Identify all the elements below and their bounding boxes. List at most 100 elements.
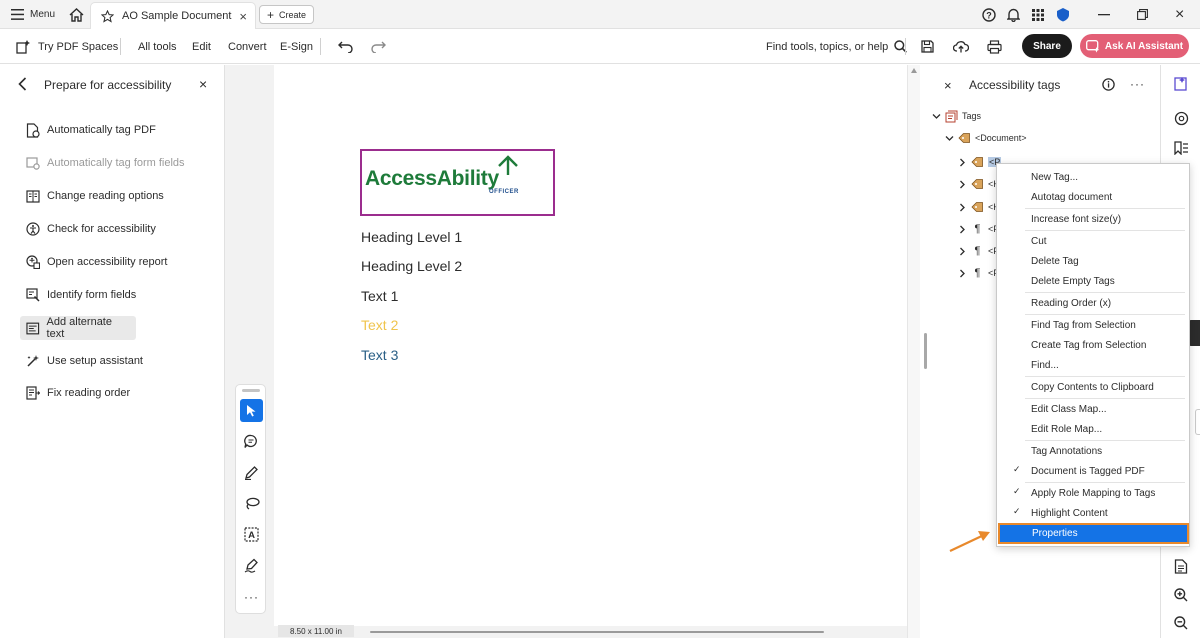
- tree-node-p3[interactable]: ¶ <P: [958, 263, 999, 283]
- tool-identify-form-fields[interactable]: Identify form fields: [20, 283, 142, 307]
- convert-button[interactable]: Convert: [228, 29, 267, 64]
- close-window-button[interactable]: ×: [1175, 0, 1184, 29]
- save-icon: [921, 40, 934, 53]
- zoom-in-button[interactable]: [1174, 588, 1188, 602]
- strip-edge-tab[interactable]: [1195, 409, 1200, 435]
- panel-resize-handle[interactable]: [924, 333, 927, 369]
- info-button[interactable]: [1102, 78, 1115, 91]
- tree-node-p-selected[interactable]: <P: [958, 152, 1002, 172]
- undo-button[interactable]: [338, 29, 353, 64]
- logo-image[interactable]: AccessAbility OFFICER: [360, 149, 555, 216]
- menu-item-edit-role-map[interactable]: Edit Role Map...: [999, 419, 1187, 439]
- menu-item-create-tag[interactable]: Create Tag from Selection: [999, 335, 1187, 355]
- tree-node-p1[interactable]: ¶ <P: [958, 219, 999, 239]
- tree-root-tags[interactable]: Tags: [932, 106, 981, 126]
- redo-button[interactable]: [371, 29, 386, 64]
- create-button[interactable]: + Create: [259, 5, 315, 24]
- drag-handle[interactable]: [242, 389, 260, 392]
- pen-icon: [245, 466, 258, 480]
- tool-add-alternate-text[interactable]: Add alternate text: [20, 316, 136, 340]
- back-button[interactable]: [18, 77, 27, 93]
- search-tools[interactable]: Find tools, topics, or help: [766, 29, 908, 64]
- menu-item-find[interactable]: Find...: [999, 355, 1187, 375]
- menu-item-tag-annotations[interactable]: Tag Annotations: [999, 441, 1187, 461]
- home-button[interactable]: [69, 0, 84, 29]
- tool-fix-reading-order[interactable]: Fix reading order: [20, 381, 136, 405]
- tool-open-accessibility-report[interactable]: Open accessibility report: [20, 250, 173, 274]
- print-button[interactable]: [987, 29, 1002, 64]
- tool-check-accessibility[interactable]: Check for accessibility: [20, 217, 162, 241]
- tool-use-setup-assistant[interactable]: Use setup assistant: [20, 349, 149, 373]
- edit-panel-button[interactable]: [1174, 76, 1189, 91]
- page-thumbnails-button[interactable]: [1174, 559, 1188, 574]
- menu-item-apply-role-mapping[interactable]: ✓ Apply Role Mapping to Tags: [999, 483, 1187, 503]
- menu-item-properties[interactable]: Properties: [998, 523, 1189, 544]
- close-tab-icon[interactable]: ×: [239, 9, 247, 24]
- chevron-right-icon[interactable]: [958, 269, 967, 278]
- close-tags-panel-button[interactable]: ×: [944, 78, 952, 93]
- menu-item-copy-contents[interactable]: Copy Contents to Clipboard: [999, 377, 1187, 397]
- help-button[interactable]: ?: [982, 0, 996, 29]
- chevron-right-icon[interactable]: [958, 180, 967, 189]
- chevron-down-icon[interactable]: [932, 112, 941, 121]
- save-button[interactable]: [921, 29, 934, 64]
- chevron-right-icon[interactable]: [958, 247, 967, 256]
- menu-label: Menu: [30, 9, 56, 20]
- menu-item-cut[interactable]: Cut: [999, 231, 1187, 251]
- zoom-out-button[interactable]: [1174, 616, 1188, 630]
- menu-item-new-tag[interactable]: New Tag...: [999, 167, 1187, 187]
- apps-button[interactable]: [1032, 0, 1044, 29]
- upload-button[interactable]: [953, 29, 969, 64]
- check-icon: ✓: [1013, 506, 1021, 516]
- document-scrollbar[interactable]: [907, 65, 920, 638]
- tree-node-h1[interactable]: <H: [958, 174, 1000, 194]
- tool-autotag-form-fields[interactable]: Automatically tag form fields: [20, 151, 191, 175]
- menu-item-highlight-content[interactable]: ✓ Highlight Content: [999, 503, 1187, 523]
- minimize-button[interactable]: [1098, 0, 1110, 29]
- sign-tool-button[interactable]: [240, 554, 263, 577]
- menu-item-edit-class-map[interactable]: Edit Class Map...: [999, 399, 1187, 419]
- document-tab[interactable]: AO Sample Document ×: [90, 2, 256, 29]
- menu-item-autotag[interactable]: Autotag document: [999, 187, 1187, 207]
- text-tool-button[interactable]: A: [240, 523, 263, 546]
- menu-item-delete-tag[interactable]: Delete Tag: [999, 251, 1187, 271]
- profile-button[interactable]: [1056, 0, 1070, 29]
- ai-assistant-button[interactable]: Ask AI Assistant: [1080, 34, 1189, 58]
- menu-item-find-tag[interactable]: Find Tag from Selection: [999, 315, 1187, 335]
- horizontal-scrollbar[interactable]: [370, 631, 824, 633]
- tree-node-h2[interactable]: <H: [958, 197, 1000, 217]
- close-panel-button[interactable]: ×: [199, 76, 207, 92]
- menu-item-reading-order[interactable]: Reading Order (x): [999, 293, 1187, 313]
- all-tools-button[interactable]: All tools: [138, 29, 177, 64]
- menu-button[interactable]: Menu: [11, 0, 55, 29]
- scroll-up-arrow-icon[interactable]: [911, 67, 917, 73]
- draw-tool-button[interactable]: [240, 461, 263, 484]
- menu-item-document-tagged[interactable]: ✓ Document is Tagged PDF: [999, 461, 1187, 481]
- menu-item-label: Copy Contents to Clipboard: [1031, 381, 1154, 393]
- more-tools-button[interactable]: ···: [240, 585, 263, 608]
- tags-more-options-button[interactable]: ···: [1130, 77, 1145, 91]
- chevron-right-icon[interactable]: [958, 203, 967, 212]
- chevron-right-icon[interactable]: [958, 158, 967, 167]
- comment-panel-button[interactable]: [1174, 111, 1189, 126]
- tree-node-p2[interactable]: ¶ <P: [958, 241, 999, 261]
- lasso-tool-button[interactable]: [240, 492, 263, 515]
- menu-item-delete-empty-tags[interactable]: Delete Empty Tags: [999, 271, 1187, 291]
- menu-item-increase-font[interactable]: Increase font size(y): [999, 209, 1187, 229]
- tool-autotag-pdf[interactable]: Automatically tag PDF: [20, 118, 162, 142]
- select-tool-button[interactable]: [240, 399, 263, 422]
- comment-tool-button[interactable]: [240, 430, 263, 453]
- notifications-button[interactable]: [1007, 0, 1020, 29]
- pdf-spaces-button[interactable]: Try PDF Spaces: [16, 29, 118, 64]
- tree-node-document[interactable]: <Document>: [945, 128, 1027, 148]
- edit-button[interactable]: Edit: [192, 29, 211, 64]
- chevron-right-icon[interactable]: [958, 225, 967, 234]
- tool-change-reading-options[interactable]: Change reading options: [20, 184, 170, 208]
- chevron-down-icon[interactable]: [945, 134, 954, 143]
- maximize-button[interactable]: [1137, 0, 1148, 29]
- share-button[interactable]: Share: [1022, 34, 1072, 58]
- cursor-arrow-icon: [247, 405, 256, 417]
- esign-button[interactable]: E-Sign: [280, 29, 313, 64]
- star-icon[interactable]: [101, 9, 114, 23]
- bookmarks-panel-button[interactable]: [1174, 141, 1189, 155]
